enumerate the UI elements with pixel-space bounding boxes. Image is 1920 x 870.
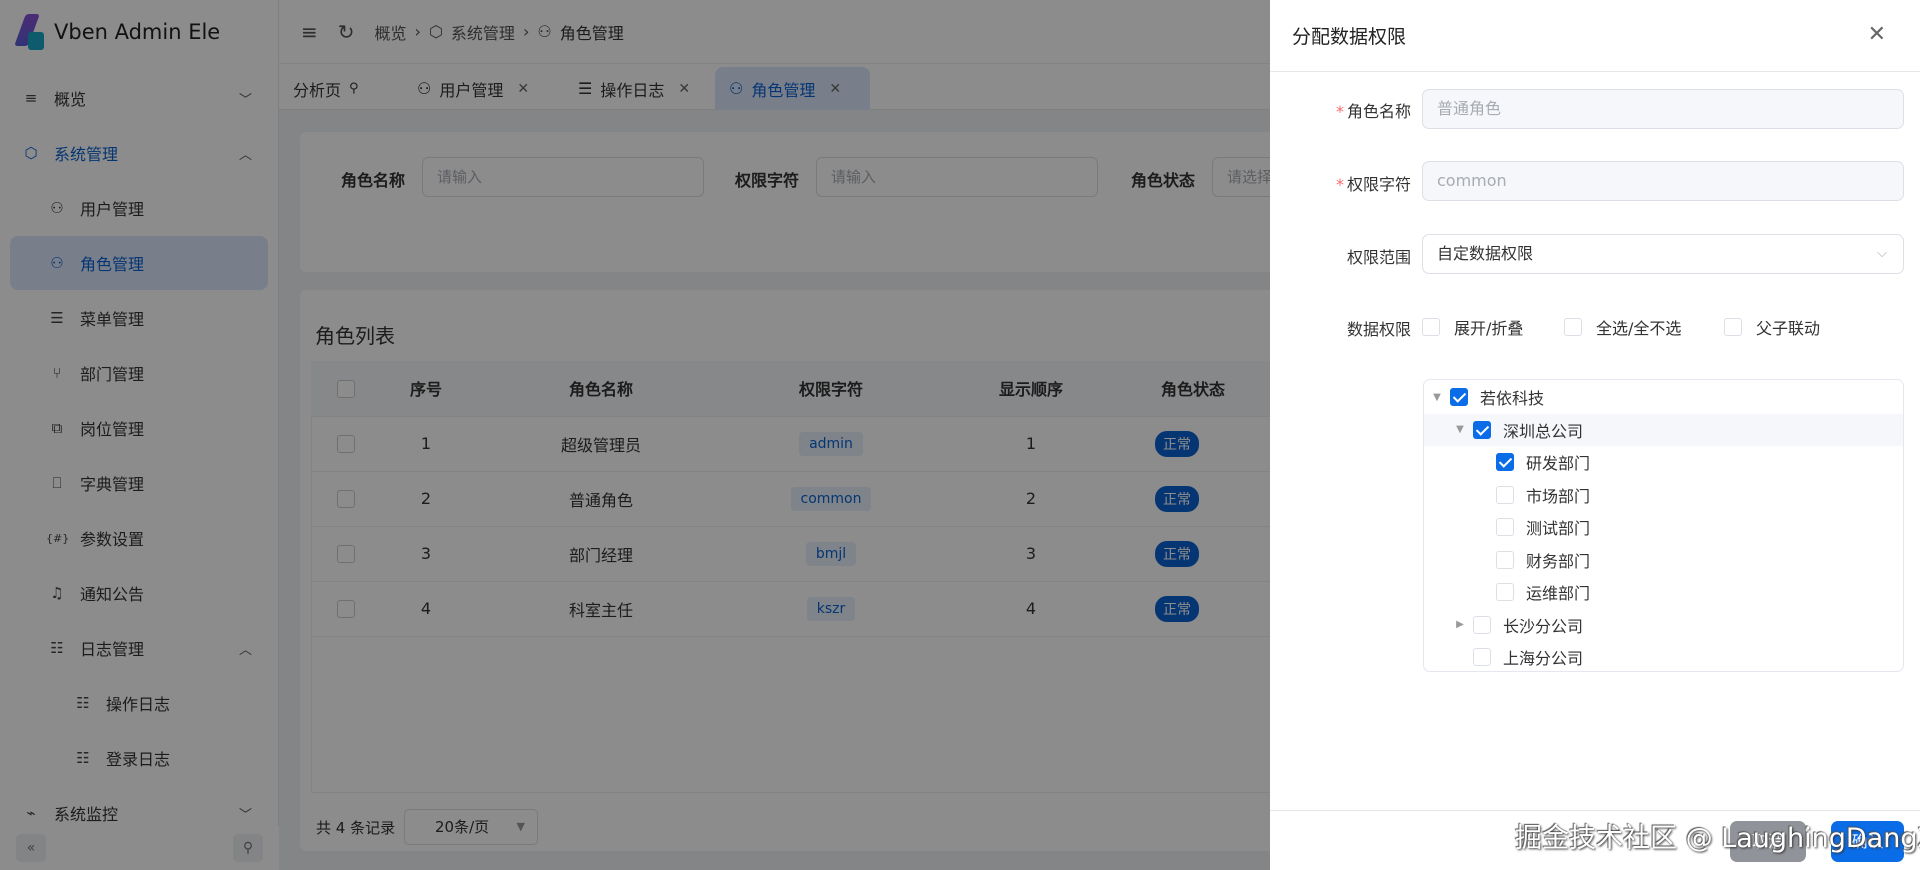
cancel-button[interactable]: 取消 [1730, 821, 1806, 862]
checkbox[interactable] [1564, 318, 1582, 336]
tree-node-label: 深圳总公司 [1503, 421, 1584, 441]
tree-node-label: 长沙分公司 [1503, 616, 1584, 636]
chevron-down-icon: ⌵ [1877, 246, 1887, 261]
option-checkbox[interactable]: 展开/折叠 [1422, 315, 1523, 339]
tree-checkbox[interactable] [1496, 583, 1514, 602]
tree-checkbox[interactable] [1473, 615, 1491, 634]
tree-node-label: 测试部门 [1526, 519, 1591, 539]
role-name-label: * 角色名称 [1335, 102, 1411, 121]
tree-node[interactable]: ▼ 深圳总公司 [1424, 413, 1903, 446]
caret-down-icon[interactable]: ▼ [1451, 424, 1469, 435]
option-label: 父子联动 [1756, 319, 1821, 338]
tree-node-label: 财务部门 [1526, 551, 1591, 571]
tree-checkbox[interactable] [1450, 388, 1468, 407]
perm-label: * 权限字符 [1335, 175, 1411, 194]
option-label: 全选/全不选 [1596, 319, 1682, 338]
tree-checkbox[interactable] [1473, 420, 1491, 439]
tree-node[interactable]: 上海分公司 [1424, 641, 1903, 674]
scope-value: 自定数据权限 [1437, 244, 1534, 263]
option-checkbox[interactable]: 全选/全不选 [1564, 315, 1681, 339]
tree-node[interactable]: 财务部门 [1424, 544, 1903, 577]
tree-node[interactable]: ▼ 若依科技 [1424, 381, 1903, 414]
tree-node[interactable]: 测试部门 [1424, 511, 1903, 544]
scope-select[interactable]: 自定数据权限 ⌵ [1422, 234, 1904, 274]
option-label: 展开/折叠 [1454, 319, 1524, 338]
tree-checkbox[interactable] [1496, 485, 1514, 504]
data-perm-label: 数据权限 [1346, 320, 1411, 339]
tree-node-label: 上海分公司 [1503, 649, 1584, 669]
tree-node-label: 运维部门 [1526, 584, 1591, 604]
tree-checkbox[interactable] [1496, 550, 1514, 569]
tree-node[interactable]: ▶ 长沙分公司 [1424, 609, 1903, 642]
tree-node[interactable]: 市场部门 [1424, 479, 1903, 512]
tree-node-label: 研发部门 [1526, 454, 1591, 474]
tree-node-label: 若依科技 [1480, 389, 1545, 409]
caret-right-icon[interactable]: ▶ [1451, 619, 1469, 630]
data-permission-drawer: 分配数据权限 ✕ * 角色名称 普通角色 * 权限字符 common 权限范围 自定… [1270, 0, 1920, 870]
tree-node[interactable]: 研发部门 [1424, 446, 1903, 479]
tree-checkbox[interactable] [1496, 518, 1514, 537]
checkbox[interactable] [1422, 318, 1440, 336]
tree-node-label: 市场部门 [1526, 486, 1591, 506]
caret-down-icon[interactable]: ▼ [1428, 392, 1446, 403]
option-checkbox[interactable]: 父子联动 [1724, 315, 1820, 339]
tree-checkbox[interactable] [1496, 453, 1514, 472]
tree-checkbox[interactable] [1473, 648, 1491, 667]
checkbox[interactable] [1724, 318, 1742, 336]
scope-label: 权限范围 [1346, 248, 1411, 267]
drawer-title: 分配数据权限 [1292, 26, 1407, 48]
role-name-input[interactable]: 普通角色 [1422, 89, 1904, 129]
tree-node[interactable]: 运维部门 [1424, 576, 1903, 609]
drawer-mask[interactable] [0, 0, 1270, 870]
close-icon[interactable]: ✕ [1868, 22, 1886, 47]
drawer-footer: 取消 确认 [1270, 810, 1920, 870]
dept-tree: ▼ 若依科技 ▼ 深圳总公司研发部门市场部门测试部门财务部门运维部门 ▶ 长沙分公司上海分… [1423, 379, 1904, 672]
perm-input[interactable]: common [1422, 161, 1904, 201]
confirm-button[interactable]: 确认 [1831, 821, 1904, 862]
